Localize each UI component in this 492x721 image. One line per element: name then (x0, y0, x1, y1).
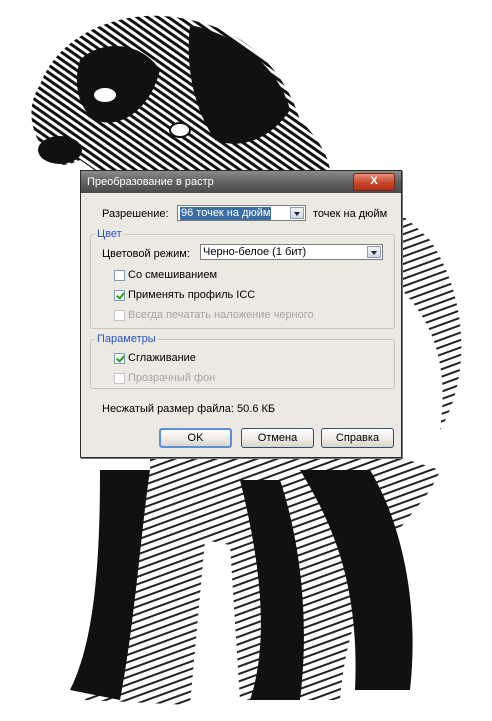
close-button[interactable]: X (353, 173, 395, 191)
dialog-title: Преобразование в растр (87, 176, 214, 188)
close-icon: X (370, 175, 378, 187)
cancel-button[interactable]: Отмена (241, 428, 314, 448)
icc-profile-label[interactable]: Применять профиль ICC (128, 289, 255, 301)
resolution-label: Разрешение: (102, 208, 169, 220)
params-group-title: Параметры (95, 333, 158, 345)
antialias-checkbox[interactable] (114, 353, 125, 364)
color-group-title: Цвет (95, 228, 124, 240)
color-mode-value: Черно-белое (1 бит) (203, 246, 307, 258)
transparent-background-label[interactable]: Прозрачный фон (128, 372, 215, 384)
rasterize-dialog: Преобразование в растр X Разрешение: 96 … (80, 170, 402, 458)
dithering-checkbox[interactable] (114, 270, 125, 281)
chevron-down-icon[interactable] (290, 207, 304, 219)
antialias-label[interactable]: Сглаживание (128, 352, 196, 364)
transparent-background-checkbox[interactable] (114, 373, 125, 384)
dialog-titlebar[interactable]: Преобразование в растр X (81, 171, 401, 193)
resolution-value: 96 точек на дюйм (180, 207, 272, 220)
chevron-down-icon[interactable] (367, 246, 381, 258)
resolution-combobox[interactable]: 96 точек на дюйм (177, 205, 306, 221)
help-button[interactable]: Справка (321, 428, 394, 448)
overprint-black-checkbox[interactable] (114, 310, 125, 321)
resolution-unit-label: точек на дюйм (313, 208, 388, 220)
icc-profile-checkbox[interactable] (114, 290, 125, 301)
dithering-label[interactable]: Со смешиванием (128, 269, 217, 281)
ok-button[interactable]: OK (159, 428, 232, 448)
file-size-text: Несжатый размер файла: 50.6 КБ (102, 403, 276, 415)
overprint-black-label[interactable]: Всегда печатать наложение черного (128, 309, 314, 321)
color-mode-combobox[interactable]: Черно-белое (1 бит) (200, 244, 383, 260)
checkmark-icon (116, 353, 125, 363)
checkmark-icon (116, 290, 125, 300)
color-mode-label: Цветовой режим: (102, 248, 190, 260)
